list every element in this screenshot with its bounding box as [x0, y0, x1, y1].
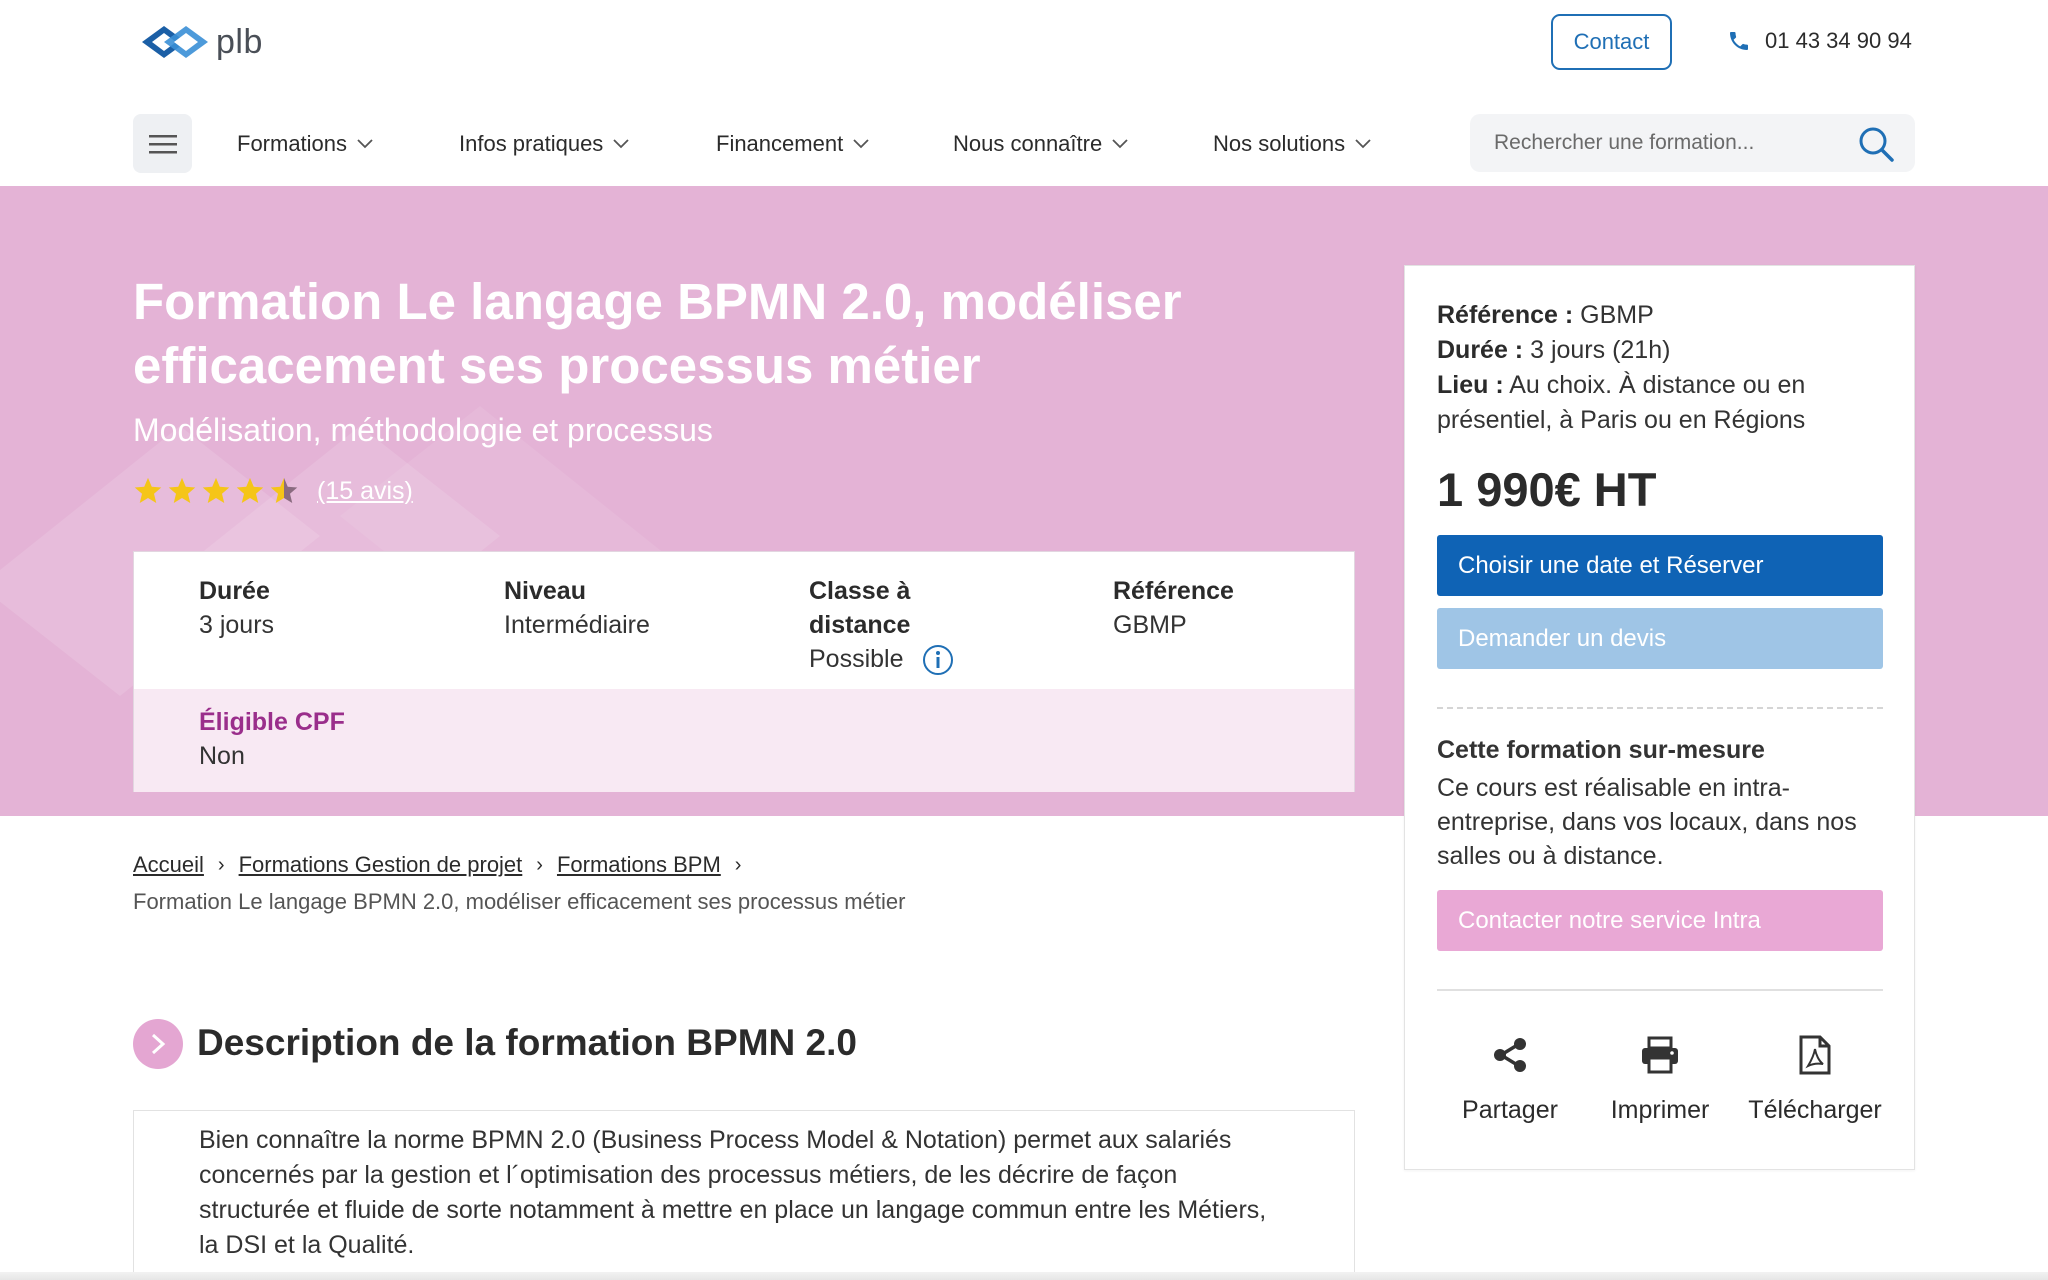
card-ref-label: Référence :: [1437, 301, 1574, 329]
fact-duree: Durée 3 jours: [199, 574, 274, 642]
cpf-value: Non: [199, 742, 245, 770]
chevron-right-icon: ›: [536, 853, 543, 876]
phone-number: 01 43 34 90 94: [1765, 28, 1912, 53]
breadcrumb-link-gestion-projet[interactable]: Formations Gestion de projet: [239, 852, 523, 878]
chevron-down-icon: [1355, 139, 1371, 149]
fact-value: Possible: [809, 645, 904, 673]
description-box: Bien connaître la norme BPMN 2.0 (Busine…: [133, 1110, 1355, 1280]
card-ref-value: GBMP: [1580, 301, 1654, 329]
card-duree-value: 3 jours (21h): [1530, 336, 1671, 364]
nav-label: Financement: [716, 131, 844, 156]
contact-intra-button[interactable]: Contacter notre service Intra: [1437, 890, 1883, 951]
cpf-row: Éligible CPF Non: [134, 689, 1354, 792]
card-lieu-label: Lieu :: [1437, 371, 1504, 399]
divider: [1437, 989, 1883, 991]
page-title: Formation Le langage BPMN 2.0, modéliser…: [133, 273, 1182, 394]
nav-financement[interactable]: Financement: [716, 128, 869, 160]
chevron-down-icon: [357, 139, 373, 149]
fact-value: 3 jours: [199, 611, 275, 639]
logo-text: plb: [216, 22, 263, 61]
plb-logo-icon: [142, 26, 208, 58]
pdf-icon: [1799, 1035, 1831, 1075]
breadcrumb-link-bpm[interactable]: Formations BPM: [557, 852, 721, 878]
breadcrumb-link-accueil[interactable]: Accueil: [133, 852, 204, 878]
rating-stars: (15 avis): [133, 476, 413, 506]
divider: [1437, 707, 1883, 709]
search-icon[interactable]: [1856, 124, 1896, 164]
star-icon: [202, 477, 230, 503]
download-label: Télécharger: [1748, 1096, 1882, 1124]
page-subtitle: Modélisation, méthodologie et processus: [133, 412, 713, 448]
nav-nos-solutions[interactable]: Nos solutions: [1213, 128, 1371, 160]
nav-formations[interactable]: Formations: [237, 128, 373, 160]
fact-label: Niveau: [504, 577, 586, 605]
share-label: Partager: [1462, 1096, 1558, 1124]
phone-icon: [1730, 32, 1748, 50]
fact-label: Référence: [1113, 577, 1234, 605]
breadcrumb-current: Formation Le langage BPMN 2.0, modéliser…: [133, 889, 906, 914]
price: 1 990€ HT: [1437, 463, 1657, 516]
nav-label: Infos pratiques: [459, 131, 604, 156]
search-input[interactable]: [1494, 114, 1844, 172]
card-summary: Référence : GBMP Durée : 3 jours (21h) L…: [1437, 298, 1887, 438]
chevron-right-icon: ›: [217, 853, 225, 876]
reviews-link[interactable]: (15 avis): [317, 477, 413, 506]
page-bottom-edge: [0, 1272, 2048, 1280]
star-icon: [236, 477, 264, 503]
print-label: Imprimer: [1610, 1096, 1710, 1124]
nav-label: Formations: [237, 131, 348, 156]
hamburger-icon: [148, 134, 177, 153]
star-icon: [134, 477, 162, 503]
fact-label: Classe à distance: [809, 577, 911, 639]
custom-training-title: Cette formation sur-mesure: [1437, 736, 1765, 764]
search-box: [1470, 114, 1915, 172]
fact-value-row: Possible: [809, 642, 959, 676]
fact-value: Intermédiaire: [504, 611, 650, 639]
chevron-down-icon: [613, 139, 629, 149]
nav-label: Nous connaître: [953, 131, 1103, 156]
section-title: Description de la formation BPMN 2.0: [197, 1022, 857, 1063]
chevron-down-icon: [1112, 139, 1128, 149]
share-button[interactable]: Partager: [1445, 1026, 1575, 1125]
chevron-right-icon: [151, 1033, 166, 1055]
site-header: plb Contact 01 43 34 90 94 Formations In…: [0, 0, 2048, 186]
chevron-down-icon: [853, 139, 869, 149]
nav-label: Nos solutions: [1213, 131, 1346, 156]
cpf-label: Éligible CPF: [199, 708, 345, 736]
nav-nous-connaitre[interactable]: Nous connaître: [953, 128, 1128, 160]
print-button[interactable]: Imprimer: [1595, 1026, 1725, 1125]
download-button[interactable]: Télécharger: [1740, 1026, 1890, 1125]
fact-value: GBMP: [1113, 611, 1187, 639]
info-icon[interactable]: [922, 644, 954, 676]
section-chevron-badge: [133, 1019, 183, 1069]
nav-infos-pratiques[interactable]: Infos pratiques: [459, 128, 629, 160]
fact-label: Durée: [199, 577, 270, 605]
request-quote-button[interactable]: Demander un devis: [1437, 608, 1883, 669]
half-star-icon: [270, 477, 298, 503]
custom-training-text: Ce cours est réalisable en intra-entrepr…: [1437, 774, 1857, 870]
fact-reference: Référence GBMP: [1113, 574, 1234, 642]
contact-button[interactable]: Contact: [1551, 14, 1672, 70]
share-icon: [1494, 1038, 1526, 1072]
hamburger-menu-button[interactable]: [133, 114, 192, 173]
card-duree-label: Durée :: [1437, 336, 1524, 364]
print-icon: [1642, 1036, 1678, 1074]
plb-logo[interactable]: plb: [142, 20, 263, 64]
phone-link[interactable]: 01 43 34 90 94: [1727, 28, 1912, 54]
description-text: Bien connaître la norme BPMN 2.0 (Busine…: [199, 1126, 1267, 1259]
course-facts-panel: Durée 3 jours Niveau Intermédiaire Class…: [133, 551, 1355, 792]
book-date-button[interactable]: Choisir une date et Réserver: [1437, 535, 1883, 596]
star-icon: [168, 477, 196, 503]
breadcrumb: Accueil › Formations Gestion de projet ›…: [133, 852, 755, 878]
fact-classe-distance: Classe à distance Possible: [809, 574, 959, 676]
chevron-right-icon: ›: [734, 853, 742, 876]
booking-card: Référence : GBMP Durée : 3 jours (21h) L…: [1404, 265, 1915, 1170]
fact-niveau: Niveau Intermédiaire: [504, 574, 650, 642]
